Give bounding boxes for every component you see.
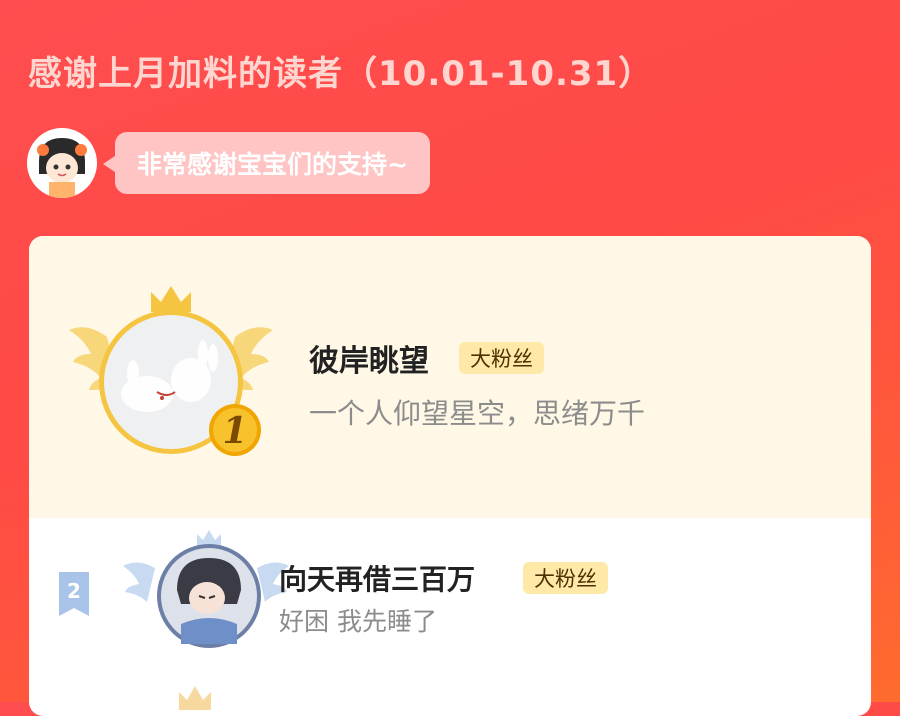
rank-2-number: 2 bbox=[67, 579, 81, 603]
rank-2-ribbon: 2 bbox=[59, 572, 89, 616]
page-title: 感谢上月加料的读者（10.01-10.31） bbox=[28, 54, 654, 94]
author-message-bubble: 非常感谢宝宝们的支持~ bbox=[103, 132, 430, 194]
rank-1-row[interactable]: 1 彼岸眺望 大粉丝 一个人仰望星空，思绪万千 bbox=[29, 236, 871, 518]
rank-1-name[interactable]: 彼岸眺望 bbox=[309, 336, 429, 380]
rank-1-motto: 一个人仰望星空，思绪万千 bbox=[309, 397, 646, 430]
crown-icon bbox=[151, 286, 191, 312]
rank-1-fan-badge: 大粉丝 bbox=[459, 342, 544, 374]
rank-2-avatar-frame bbox=[121, 528, 291, 652]
ranking-card: 1 彼岸眺望 大粉丝 一个人仰望星空，思绪万千 2 向天再借三百万 大粉丝 好困… bbox=[29, 236, 871, 716]
author-avatar[interactable] bbox=[27, 128, 97, 198]
author-message: 非常感谢宝宝们的支持~ bbox=[137, 150, 408, 179]
rank-2-motto: 好困 我先睡了 bbox=[279, 607, 437, 636]
rank-1-number: 1 bbox=[222, 410, 247, 452]
author-avatar-image bbox=[28, 129, 96, 198]
rank-2-name[interactable]: 向天再借三百万 bbox=[279, 558, 475, 598]
rank-2-avatar bbox=[177, 558, 241, 644]
rank-2-fan-badge: 大粉丝 bbox=[523, 562, 608, 594]
crown-icon bbox=[197, 530, 221, 546]
rank-1-avatar-frame: 1 bbox=[67, 282, 317, 472]
rank-3-crown-icon bbox=[175, 682, 215, 712]
